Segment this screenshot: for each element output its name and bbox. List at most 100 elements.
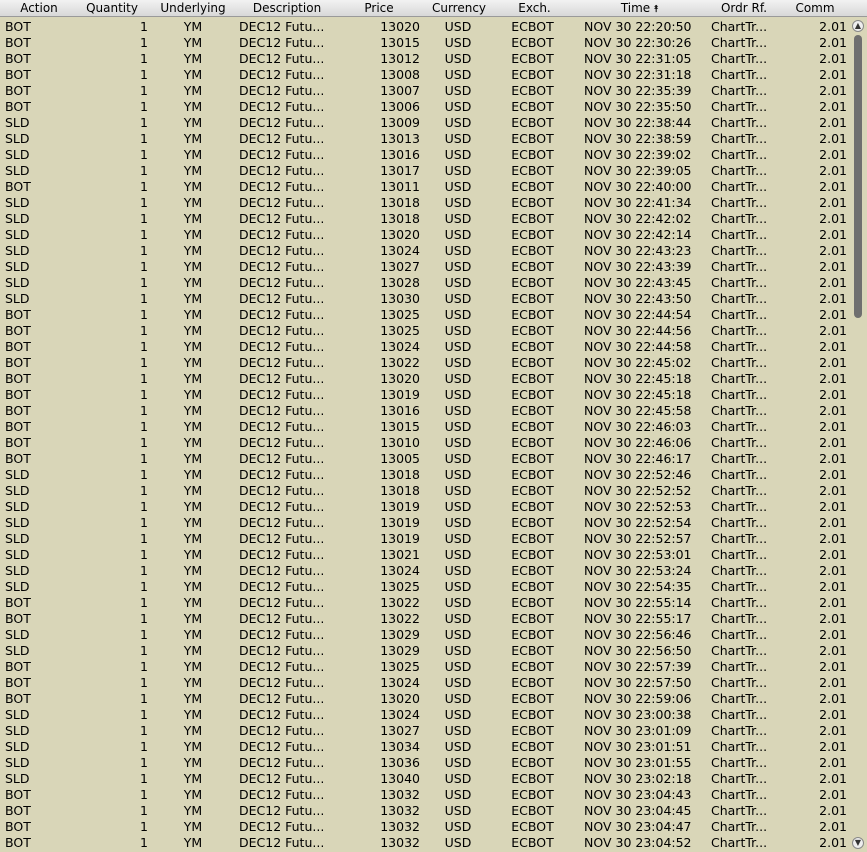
cell-price: 13018 bbox=[380, 211, 420, 226]
column-header-commission[interactable]: Comm bbox=[790, 0, 840, 17]
cell-exchange: ECBOT bbox=[511, 227, 554, 242]
column-header-order-ref[interactable]: Ordr Rf. bbox=[715, 0, 773, 17]
table-row[interactable]: SLD 1 YM DEC12 Futu... 13036 USD ECBOT NOV 30 2… bbox=[0, 755, 850, 771]
table-row[interactable]: SLD 1 YM DEC12 Futu... 13029 USD ECBOT NOV 30 2… bbox=[0, 627, 850, 643]
column-header-quantity[interactable]: Quantity bbox=[80, 0, 144, 17]
table-row[interactable]: BOT 1 YM DEC12 Futu... 13024 USD ECBOT NOV 30 2… bbox=[0, 675, 850, 691]
cell-quantity: 1 bbox=[140, 259, 148, 274]
table-row[interactable]: SLD 1 YM DEC12 Futu... 13018 USD ECBOT NOV 30 2… bbox=[0, 467, 850, 483]
cell-exchange: ECBOT bbox=[511, 595, 554, 610]
table-row[interactable]: BOT 1 YM DEC12 Futu... 13005 USD ECBOT NOV 30 2… bbox=[0, 451, 850, 467]
cell-order-ref: ChartTr... bbox=[711, 227, 768, 242]
table-row[interactable]: BOT 1 YM DEC12 Futu... 13032 USD ECBOT NOV 30 2… bbox=[0, 819, 850, 835]
table-row[interactable]: BOT 1 YM DEC12 Futu... 13025 USD ECBOT NOV 30 2… bbox=[0, 307, 850, 323]
cell-description: DEC12 Futu... bbox=[239, 115, 325, 130]
cell-commission: 2.01 bbox=[819, 739, 847, 754]
table-row[interactable]: SLD 1 YM DEC12 Futu... 13018 USD ECBOT NOV 30 2… bbox=[0, 483, 850, 499]
cell-time: NOV 30 22:39:05 bbox=[584, 163, 692, 178]
table-row[interactable]: BOT 1 YM DEC12 Futu... 13016 USD ECBOT NOV 30 2… bbox=[0, 403, 850, 419]
table-row[interactable]: BOT 1 YM DEC12 Futu... 13020 USD ECBOT NOV 30 2… bbox=[0, 691, 850, 707]
scrollbar-thumb[interactable] bbox=[854, 35, 862, 318]
cell-currency: USD bbox=[444, 467, 472, 482]
table-row[interactable]: SLD 1 YM DEC12 Futu... 13029 USD ECBOT NOV 30 2… bbox=[0, 643, 850, 659]
cell-exchange: ECBOT bbox=[511, 307, 554, 322]
cell-currency: USD bbox=[444, 563, 472, 578]
table-row[interactable]: BOT 1 YM DEC12 Futu... 13010 USD ECBOT NOV 30 2… bbox=[0, 435, 850, 451]
cell-underlying: YM bbox=[183, 435, 203, 450]
table-row[interactable]: BOT 1 YM DEC12 Futu... 13022 USD ECBOT NOV 30 2… bbox=[0, 355, 850, 371]
cell-time: NOV 30 22:43:50 bbox=[584, 291, 692, 306]
table-row[interactable]: BOT 1 YM DEC12 Futu... 13007 USD ECBOT NOV 30 2… bbox=[0, 83, 850, 99]
cell-currency: USD bbox=[444, 579, 472, 594]
table-row[interactable]: SLD 1 YM DEC12 Futu... 13019 USD ECBOT NOV 30 2… bbox=[0, 499, 850, 515]
table-row[interactable]: SLD 1 YM DEC12 Futu... 13030 USD ECBOT NOV 30 2… bbox=[0, 291, 850, 307]
column-header-time[interactable]: Time ⯭ bbox=[610, 0, 670, 17]
table-row[interactable]: SLD 1 YM DEC12 Futu... 13024 USD ECBOT NOV 30 2… bbox=[0, 243, 850, 259]
table-row[interactable]: SLD 1 YM DEC12 Futu... 13027 USD ECBOT NOV 30 2… bbox=[0, 723, 850, 739]
table-row[interactable]: BOT 1 YM DEC12 Futu... 13032 USD ECBOT NOV 30 2… bbox=[0, 835, 850, 851]
table-row[interactable]: BOT 1 YM DEC12 Futu... 13020 USD ECBOT NOV 30 2… bbox=[0, 19, 850, 35]
cell-quantity: 1 bbox=[140, 131, 148, 146]
cell-quantity: 1 bbox=[140, 35, 148, 50]
vertical-scrollbar[interactable]: ▲ ▼ bbox=[850, 17, 867, 852]
table-row[interactable]: SLD 1 YM DEC12 Futu... 13018 USD ECBOT NOV 30 2… bbox=[0, 195, 850, 211]
table-row[interactable]: SLD 1 YM DEC12 Futu... 13016 USD ECBOT NOV 30 2… bbox=[0, 147, 850, 163]
table-row[interactable]: SLD 1 YM DEC12 Futu... 13013 USD ECBOT NOV 30 2… bbox=[0, 131, 850, 147]
table-row[interactable]: BOT 1 YM DEC12 Futu... 13015 USD ECBOT NOV 30 2… bbox=[0, 419, 850, 435]
cell-quantity: 1 bbox=[140, 371, 148, 386]
table-row[interactable]: SLD 1 YM DEC12 Futu... 13034 USD ECBOT NOV 30 2… bbox=[0, 739, 850, 755]
table-row[interactable]: SLD 1 YM DEC12 Futu... 13017 USD ECBOT NOV 30 2… bbox=[0, 163, 850, 179]
cell-commission: 2.01 bbox=[819, 115, 847, 130]
table-row[interactable]: BOT 1 YM DEC12 Futu... 13022 USD ECBOT NOV 30 2… bbox=[0, 595, 850, 611]
column-header-exchange[interactable]: Exch. bbox=[512, 0, 557, 17]
column-header-currency[interactable]: Currency bbox=[430, 0, 488, 17]
cell-commission: 2.01 bbox=[819, 51, 847, 66]
table-row[interactable]: SLD 1 YM DEC12 Futu... 13018 USD ECBOT NOV 30 2… bbox=[0, 211, 850, 227]
cell-action: BOT bbox=[5, 611, 31, 626]
table-row[interactable]: SLD 1 YM DEC12 Futu... 13024 USD ECBOT NOV 30 2… bbox=[0, 707, 850, 723]
cell-action: SLD bbox=[5, 227, 30, 242]
table-row[interactable]: BOT 1 YM DEC12 Futu... 13006 USD ECBOT NOV 30 2… bbox=[0, 99, 850, 115]
cell-quantity: 1 bbox=[140, 291, 148, 306]
cell-commission: 2.01 bbox=[819, 499, 847, 514]
cell-underlying: YM bbox=[183, 99, 203, 114]
table-row[interactable]: BOT 1 YM DEC12 Futu... 13011 USD ECBOT NOV 30 2… bbox=[0, 179, 850, 195]
cell-description: DEC12 Futu... bbox=[239, 515, 325, 530]
scroll-down-icon[interactable]: ▼ bbox=[852, 837, 864, 849]
column-header-description[interactable]: Description bbox=[245, 0, 329, 17]
cell-action: SLD bbox=[5, 707, 30, 722]
scroll-up-icon[interactable]: ▲ bbox=[852, 20, 864, 32]
table-row[interactable]: BOT 1 YM DEC12 Futu... 13019 USD ECBOT NOV 30 2… bbox=[0, 387, 850, 403]
table-row[interactable]: BOT 1 YM DEC12 Futu... 13022 USD ECBOT NOV 30 2… bbox=[0, 611, 850, 627]
cell-quantity: 1 bbox=[140, 691, 148, 706]
cell-exchange: ECBOT bbox=[511, 835, 554, 850]
table-row[interactable]: BOT 1 YM DEC12 Futu... 13025 USD ECBOT NOV 30 2… bbox=[0, 323, 850, 339]
column-header-underlying[interactable]: Underlying bbox=[158, 0, 228, 17]
column-header-price[interactable]: Price bbox=[355, 0, 403, 17]
table-row[interactable]: BOT 1 YM DEC12 Futu... 13008 USD ECBOT NOV 30 2… bbox=[0, 67, 850, 83]
table-row[interactable]: BOT 1 YM DEC12 Futu... 13012 USD ECBOT NOV 30 2… bbox=[0, 51, 850, 67]
cell-commission: 2.01 bbox=[819, 723, 847, 738]
table-row[interactable]: SLD 1 YM DEC12 Futu... 13021 USD ECBOT NOV 30 2… bbox=[0, 547, 850, 563]
table-row[interactable]: SLD 1 YM DEC12 Futu... 13028 USD ECBOT NOV 30 2… bbox=[0, 275, 850, 291]
table-row[interactable]: SLD 1 YM DEC12 Futu... 13019 USD ECBOT NOV 30 2… bbox=[0, 515, 850, 531]
table-row[interactable]: BOT 1 YM DEC12 Futu... 13025 USD ECBOT NOV 30 2… bbox=[0, 659, 850, 675]
table-row[interactable]: BOT 1 YM DEC12 Futu... 13024 USD ECBOT NOV 30 2… bbox=[0, 339, 850, 355]
column-header-action[interactable]: Action bbox=[0, 0, 78, 17]
table-row[interactable]: SLD 1 YM DEC12 Futu... 13025 USD ECBOT NOV 30 2… bbox=[0, 579, 850, 595]
table-row[interactable]: SLD 1 YM DEC12 Futu... 13019 USD ECBOT NOV 30 2… bbox=[0, 531, 850, 547]
cell-commission: 2.01 bbox=[819, 387, 847, 402]
cell-time: NOV 30 22:42:02 bbox=[584, 211, 692, 226]
table-row[interactable]: BOT 1 YM DEC12 Futu... 13020 USD ECBOT NOV 30 2… bbox=[0, 371, 850, 387]
table-row[interactable]: SLD 1 YM DEC12 Futu... 13020 USD ECBOT NOV 30 2… bbox=[0, 227, 850, 243]
table-row[interactable]: SLD 1 YM DEC12 Futu... 13009 USD ECBOT NOV 30 2… bbox=[0, 115, 850, 131]
table-row[interactable]: BOT 1 YM DEC12 Futu... 13015 USD ECBOT NOV 30 2… bbox=[0, 35, 850, 51]
cell-commission: 2.01 bbox=[819, 595, 847, 610]
table-row[interactable]: SLD 1 YM DEC12 Futu... 13027 USD ECBOT NOV 30 2… bbox=[0, 259, 850, 275]
cell-order-ref: ChartTr... bbox=[711, 259, 768, 274]
table-row[interactable]: BOT 1 YM DEC12 Futu... 13032 USD ECBOT NOV 30 2… bbox=[0, 787, 850, 803]
table-row[interactable]: BOT 1 YM DEC12 Futu... 13032 USD ECBOT NOV 30 2… bbox=[0, 803, 850, 819]
table-row[interactable]: SLD 1 YM DEC12 Futu... 13040 USD ECBOT NOV 30 2… bbox=[0, 771, 850, 787]
table-row[interactable]: SLD 1 YM DEC12 Futu... 13024 USD ECBOT NOV 30 2… bbox=[0, 563, 850, 579]
cell-currency: USD bbox=[444, 755, 472, 770]
